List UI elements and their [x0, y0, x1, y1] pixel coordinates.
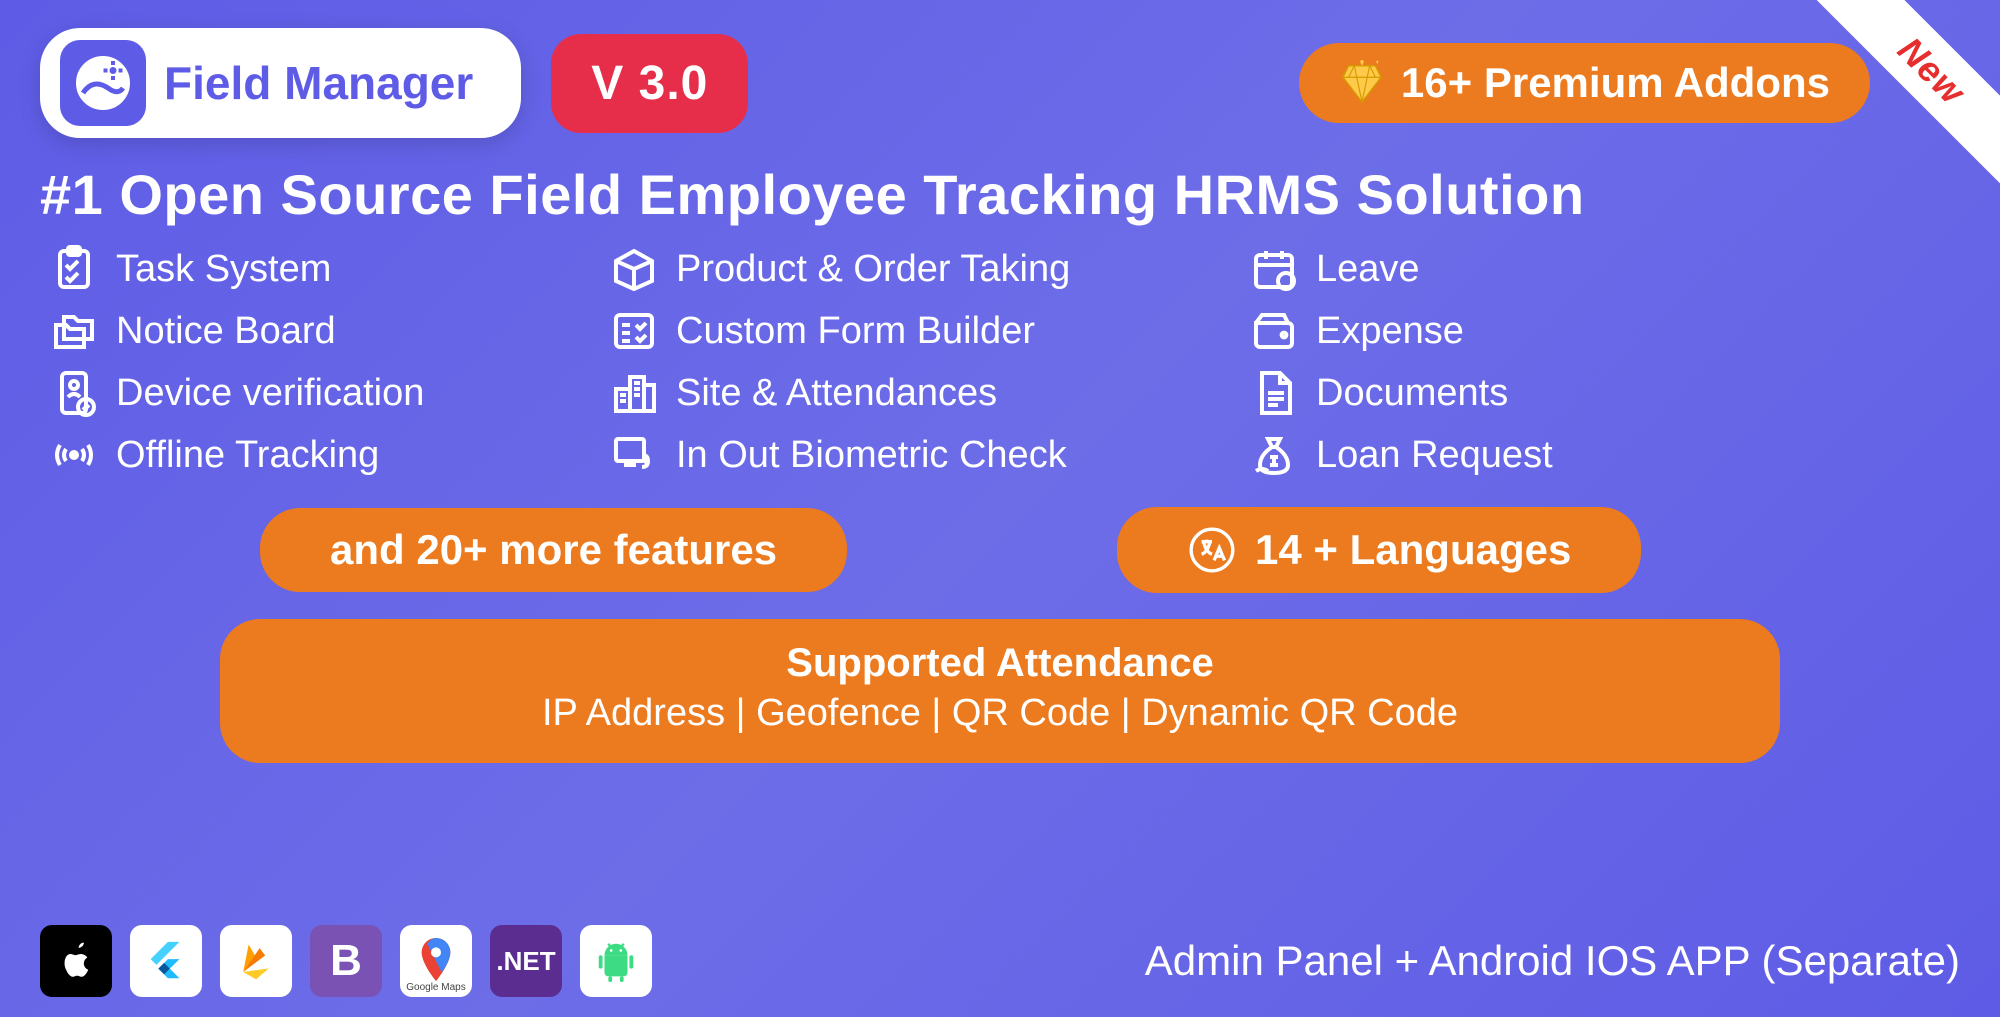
- box-icon: [610, 245, 658, 293]
- feature-label: Documents: [1316, 372, 1508, 415]
- feature-expense: Expense: [1250, 307, 1960, 355]
- feature-biometric: In Out Biometric Check: [610, 431, 1250, 479]
- feature-task-system: Task System: [50, 245, 610, 293]
- apple-icon: [40, 925, 112, 997]
- feature-label: Notice Board: [116, 310, 336, 353]
- feature-site-attendances: Site & Attendances: [610, 369, 1250, 417]
- form-icon: [610, 307, 658, 355]
- tech-icons: B Google Maps .NET: [40, 925, 652, 997]
- features-grid: Task System Product & Order Taking Leave…: [0, 245, 2000, 479]
- feature-label: Offline Tracking: [116, 434, 379, 477]
- addons-badge: 16+ Premium Addons: [1299, 43, 1870, 123]
- pills-row: and 20+ more features 14 + Languages: [0, 479, 2000, 593]
- signal-icon: [50, 431, 98, 479]
- feature-label: Custom Form Builder: [676, 310, 1035, 353]
- feature-notice-board: Notice Board: [50, 307, 610, 355]
- maps-label: Google Maps: [406, 982, 465, 993]
- headline: #1 Open Source Field Employee Tracking H…: [0, 138, 2000, 245]
- device-check-icon: [50, 369, 98, 417]
- addons-label: 16+ Premium Addons: [1401, 59, 1830, 107]
- attendance-title: Supported Attendance: [260, 641, 1740, 686]
- wallet-icon: [1250, 307, 1298, 355]
- languages-pill: 14 + Languages: [1117, 507, 1641, 593]
- firebase-icon: [220, 925, 292, 997]
- money-bag-icon: [1250, 431, 1298, 479]
- buildings-icon: [610, 369, 658, 417]
- feature-label: Task System: [116, 248, 331, 291]
- more-features-label: and 20+ more features: [330, 526, 777, 574]
- folders-icon: [50, 307, 98, 355]
- version-badge: V 3.0: [551, 34, 748, 133]
- feature-documents: Documents: [1250, 369, 1960, 417]
- footer-row: B Google Maps .NET Admin Panel + Android…: [0, 925, 2000, 997]
- clipboard-check-icon: [50, 245, 98, 293]
- feature-label: Product & Order Taking: [676, 248, 1070, 291]
- feature-loan-request: Loan Request: [1250, 431, 1960, 479]
- logo-badge: Field Manager: [40, 28, 521, 138]
- fingerprint-screen-icon: [610, 431, 658, 479]
- feature-product-order: Product & Order Taking: [610, 245, 1250, 293]
- document-icon: [1250, 369, 1298, 417]
- feature-device-verification: Device verification: [50, 369, 610, 417]
- bootstrap-icon: B: [310, 925, 382, 997]
- more-features-pill: and 20+ more features: [260, 508, 847, 592]
- feature-offline-tracking: Offline Tracking: [50, 431, 610, 479]
- feature-label: In Out Biometric Check: [676, 434, 1067, 477]
- feature-label: Loan Request: [1316, 434, 1553, 477]
- diamond-icon: [1339, 60, 1385, 106]
- feature-custom-form: Custom Form Builder: [610, 307, 1250, 355]
- logo-text: Field Manager: [164, 56, 473, 110]
- header-row: Field Manager V 3.0 16+ Premium Addons: [0, 0, 2000, 138]
- footer-text: Admin Panel + Android IOS APP (Separate): [1145, 937, 1960, 985]
- android-icon: [580, 925, 652, 997]
- feature-label: Device verification: [116, 372, 424, 415]
- feature-label: Expense: [1316, 310, 1464, 353]
- feature-label: Site & Attendances: [676, 372, 997, 415]
- dotnet-icon: .NET: [490, 925, 562, 997]
- logo-icon: [60, 40, 146, 126]
- translate-icon: [1187, 525, 1237, 575]
- google-maps-icon: Google Maps: [400, 925, 472, 997]
- attendance-box: Supported Attendance IP Address | Geofen…: [220, 619, 1780, 763]
- languages-label: 14 + Languages: [1255, 526, 1571, 574]
- attendance-subtitle: IP Address | Geofence | QR Code | Dynami…: [260, 692, 1740, 735]
- calendar-icon: [1250, 245, 1298, 293]
- feature-label: Leave: [1316, 248, 1420, 291]
- flutter-icon: [130, 925, 202, 997]
- feature-leave: Leave: [1250, 245, 1960, 293]
